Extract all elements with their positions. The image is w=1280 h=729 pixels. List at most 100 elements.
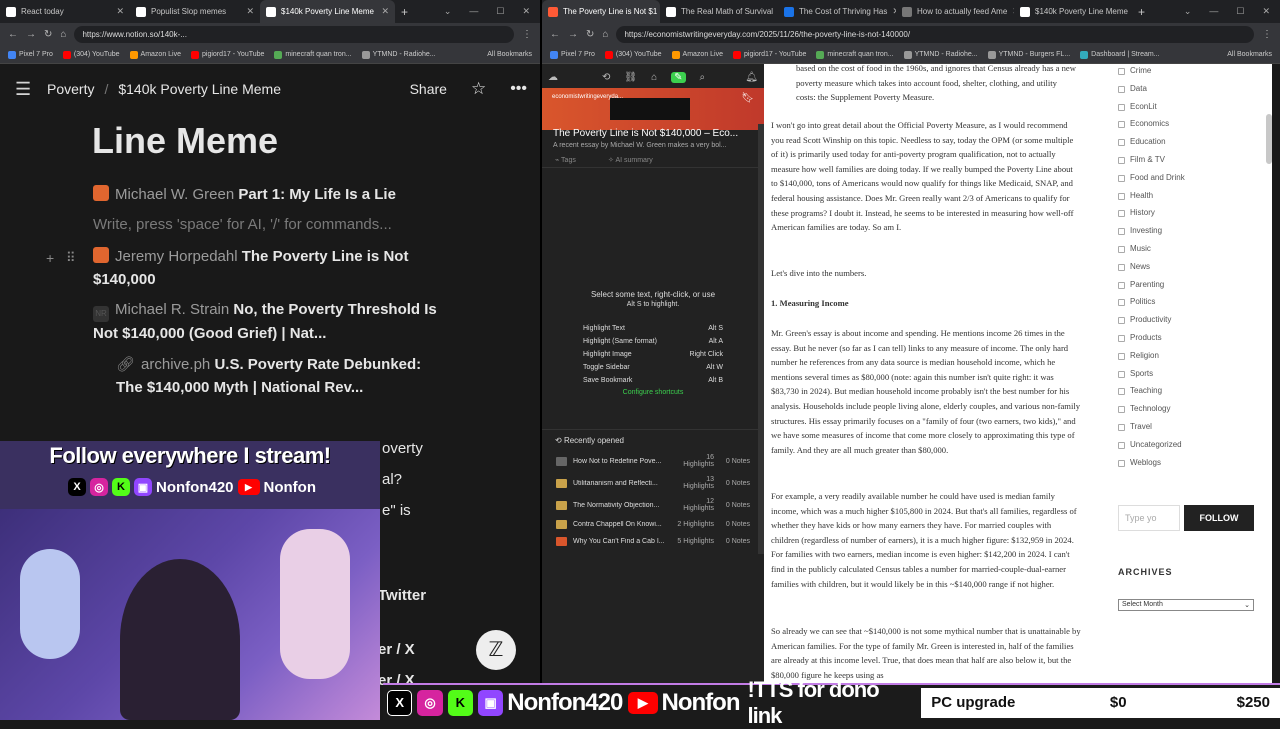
bookmark-item[interactable]: YTMND - Radiohe... bbox=[361, 50, 436, 59]
link-icon[interactable]: ⛓ bbox=[624, 72, 637, 83]
reload-icon[interactable]: ↻ bbox=[44, 29, 52, 40]
tab-poverty-line-meme[interactable]: $140k Poverty Line Meme ✕ bbox=[260, 0, 395, 23]
home-icon[interactable]: ⌂ bbox=[602, 29, 608, 40]
category-link[interactable]: Crime bbox=[1117, 66, 1151, 75]
list-item[interactable]: Michael W. Green Part 1: My Life Is a Li… bbox=[93, 185, 396, 203]
page-scrollbar[interactable] bbox=[1266, 114, 1272, 164]
bookmark-item[interactable]: Pixel 7 Pro bbox=[8, 50, 53, 59]
bookmark-item[interactable]: pigiord17 - YouTube bbox=[733, 50, 806, 59]
tab-populist-slop[interactable]: Populist Slop memes ✕ bbox=[130, 0, 260, 23]
tab-cost-of-thriving[interactable]: The Cost of Thriving Has✕ bbox=[778, 0, 896, 23]
category-link[interactable]: Productivity bbox=[1117, 315, 1171, 325]
bookmark-item[interactable]: pigiord17 - YouTube bbox=[191, 50, 264, 59]
breadcrumb-page[interactable]: $140k Poverty Line Meme bbox=[118, 81, 281, 97]
category-link[interactable]: Weblogs bbox=[1118, 458, 1161, 467]
category-link[interactable]: Investing bbox=[1117, 226, 1162, 236]
minimize-icon[interactable]: — bbox=[1209, 6, 1218, 17]
ai-assistant-button[interactable]: ℤ bbox=[476, 630, 516, 670]
close-window-icon[interactable]: ✕ bbox=[1262, 6, 1270, 17]
back-icon[interactable]: ← bbox=[8, 29, 18, 40]
url-input[interactable]: https://www.notion.so/140k-... bbox=[74, 26, 514, 43]
tab-search-icon[interactable]: ⌄ bbox=[444, 6, 452, 17]
bookmark-item[interactable]: (304) YouTube bbox=[604, 50, 662, 59]
tab-real-math[interactable]: The Real Math of Survival✕ bbox=[660, 0, 778, 23]
follow-button[interactable]: FOLLOW bbox=[1184, 505, 1254, 531]
share-button[interactable]: Share bbox=[410, 81, 447, 97]
tag-icon[interactable]: ⌂ bbox=[651, 72, 657, 83]
list-item[interactable]: Utilitarianism and Reflecti... 13 Highlig… bbox=[542, 472, 764, 494]
close-icon[interactable]: ✕ bbox=[381, 6, 389, 17]
drag-handle-icon[interactable]: ⠿ bbox=[66, 250, 76, 266]
bookmark-icon[interactable]: 🔖︎ bbox=[741, 93, 754, 104]
bookmark-item[interactable]: Pixel 7 Pro bbox=[550, 50, 595, 59]
category-link[interactable]: Economics bbox=[1117, 119, 1169, 129]
extension-icon[interactable]: ⋮ bbox=[522, 29, 532, 40]
category-link[interactable]: Music bbox=[1118, 244, 1151, 253]
bookmark-item[interactable]: minecraft quan tron... bbox=[274, 50, 352, 59]
forward-icon[interactable]: → bbox=[26, 29, 36, 40]
highlighter-icon[interactable]: ✎ bbox=[671, 71, 686, 83]
category-link[interactable]: Data bbox=[1118, 84, 1147, 93]
minimize-icon[interactable]: — bbox=[469, 6, 478, 17]
star-icon[interactable]: ☆ bbox=[471, 79, 486, 99]
email-input[interactable]: Type yo bbox=[1118, 505, 1180, 531]
bookmark-item[interactable]: Dashboard | Stream... bbox=[1080, 50, 1160, 59]
tags-button[interactable]: ⌁ Tags bbox=[555, 156, 576, 164]
history-icon[interactable]: ⟲ bbox=[602, 72, 610, 83]
bookmark-item[interactable]: Amazon Live bbox=[671, 50, 723, 59]
new-tab-button[interactable]: + bbox=[395, 0, 415, 23]
category-link[interactable]: Sports bbox=[1117, 369, 1153, 378]
category-link[interactable]: Teaching bbox=[1117, 386, 1162, 396]
home-icon[interactable]: ⌂ bbox=[60, 29, 66, 40]
back-icon[interactable]: ← bbox=[550, 29, 560, 40]
category-link[interactable]: Health bbox=[1117, 191, 1153, 200]
tab-feed-america[interactable]: How to actually feed Ame✕ bbox=[896, 0, 1014, 23]
extension-icon[interactable]: ⋮ bbox=[1262, 29, 1272, 40]
menu-icon[interactable]: ☰ bbox=[15, 79, 45, 100]
maximize-icon[interactable]: ☐ bbox=[1236, 6, 1244, 17]
list-item[interactable]: How Not to Redefine Pove... 16 Highlights… bbox=[542, 450, 764, 472]
list-item[interactable]: Jeremy Horpedahl The Poverty Line is Not bbox=[93, 247, 408, 265]
category-link[interactable]: Food and Drink bbox=[1118, 173, 1185, 182]
list-item[interactable]: NR Michael R. Strain No, the Poverty Thre… bbox=[93, 301, 437, 322]
list-item[interactable]: 🔗︎ archive.ph U.S. Poverty Rate Debunked: bbox=[116, 355, 421, 373]
category-link[interactable]: History bbox=[1118, 208, 1155, 218]
cloud-icon[interactable]: ☁ bbox=[548, 72, 558, 83]
archive-select[interactable]: Select Month ⌄ bbox=[1118, 599, 1254, 611]
category-link[interactable]: News bbox=[1117, 262, 1150, 271]
forward-icon[interactable]: → bbox=[568, 29, 578, 40]
configure-shortcuts-link[interactable]: Configure shortcuts bbox=[542, 389, 764, 396]
new-tab-button[interactable]: + bbox=[1132, 0, 1152, 23]
category-link[interactable]: Politics bbox=[1117, 297, 1155, 307]
list-item[interactable]: The Normativity Objection... 12 Highlight… bbox=[542, 494, 764, 516]
bell-icon[interactable]: 🔔︎ bbox=[745, 72, 758, 83]
breadcrumb-parent[interactable]: Poverty bbox=[47, 81, 94, 97]
reload-icon[interactable]: ↻ bbox=[586, 29, 594, 40]
category-link[interactable]: Uncategorized bbox=[1118, 440, 1182, 449]
category-link[interactable]: Travel bbox=[1118, 422, 1152, 431]
tab-poverty-line-meme-2[interactable]: $140k Poverty Line Meme✕ bbox=[1014, 0, 1132, 23]
category-link[interactable]: Products bbox=[1118, 333, 1162, 342]
category-link[interactable]: Parenting bbox=[1117, 280, 1164, 289]
add-block-icon[interactable]: + bbox=[46, 250, 54, 266]
category-link[interactable]: Religion bbox=[1118, 351, 1159, 360]
bookmark-item[interactable]: (304) YouTube bbox=[62, 50, 120, 59]
tab-react-today[interactable]: React today ✕ bbox=[0, 0, 130, 23]
list-item[interactable]: Why You Can't Find a Cab I... 5 Highlight… bbox=[542, 533, 764, 550]
bookmark-item[interactable]: All Bookmarks bbox=[1227, 51, 1272, 58]
bookmark-item[interactable]: YTMND - Radiohe... bbox=[903, 50, 978, 59]
tab-poverty-line-not[interactable]: The Poverty Line is Not $1✕ bbox=[542, 0, 660, 23]
bookmark-item[interactable]: All Bookmarks bbox=[487, 51, 532, 58]
list-item[interactable]: Contra Chappell On Knowi... 2 Highlights 0… bbox=[542, 516, 764, 533]
ai-summary-button[interactable]: ✧ AI summary bbox=[608, 156, 653, 164]
empty-block-placeholder[interactable]: Write, press 'space' for AI, '/' for com… bbox=[93, 216, 392, 233]
category-link[interactable]: Technology bbox=[1117, 404, 1170, 414]
more-icon[interactable]: ••• bbox=[510, 80, 527, 98]
bookmark-item[interactable]: Amazon Live bbox=[129, 50, 181, 59]
bookmark-item[interactable]: YTMND - Burgers FL... bbox=[987, 50, 1070, 59]
bookmark-item[interactable]: minecraft quan tron... bbox=[816, 50, 894, 59]
category-link[interactable]: Education bbox=[1118, 137, 1166, 147]
maximize-icon[interactable]: ☐ bbox=[496, 6, 504, 17]
category-link[interactable]: EconLit bbox=[1118, 102, 1157, 111]
close-icon[interactable]: ✕ bbox=[116, 6, 124, 17]
